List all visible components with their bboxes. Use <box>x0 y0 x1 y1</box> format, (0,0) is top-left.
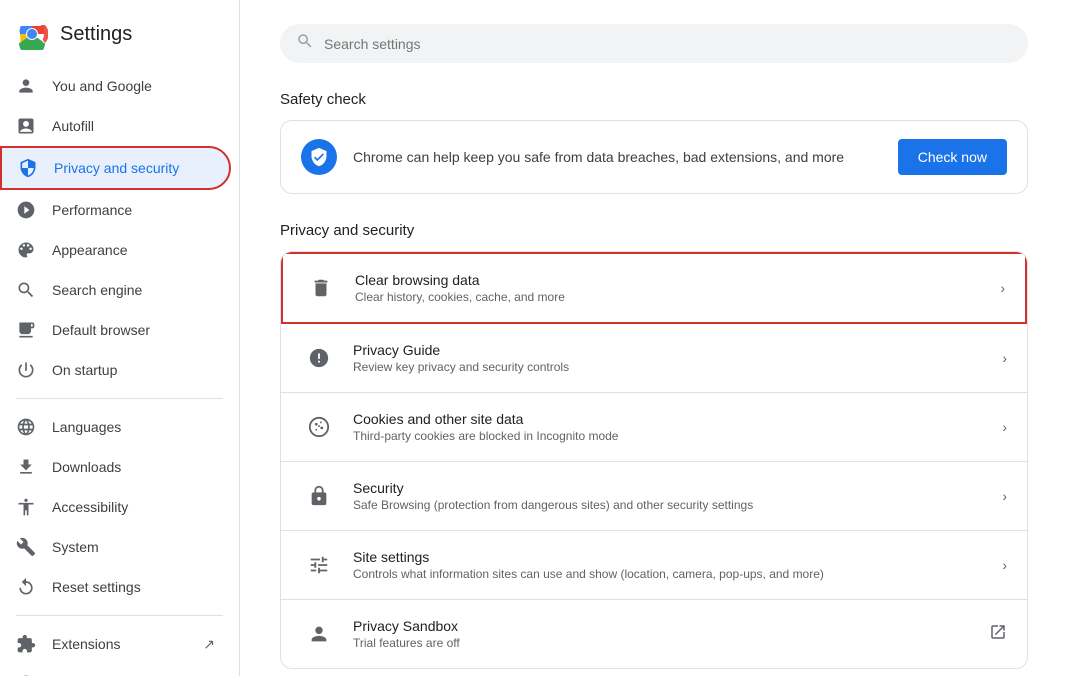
you-and-google-icon <box>16 76 36 96</box>
sidebar-item-you-and-google[interactable]: You and Google <box>0 66 231 106</box>
sidebar-label-performance: Performance <box>52 202 132 218</box>
default-browser-icon <box>16 320 36 340</box>
privacy-sandbox-icon <box>301 616 337 652</box>
clear-browsing-data-chevron: › <box>1000 280 1005 296</box>
check-now-button[interactable]: Check now <box>898 139 1007 175</box>
sidebar: Settings You and Google Autofill <box>0 0 240 676</box>
sidebar-label-privacy-security: Privacy and security <box>54 160 179 176</box>
privacy-list: Clear browsing data Clear history, cooki… <box>280 251 1028 669</box>
chrome-logo-icon <box>16 18 48 50</box>
privacy-section-title: Privacy and security <box>280 222 1028 239</box>
cookies-title: Cookies and other site data <box>353 411 986 427</box>
privacy-guide-title: Privacy Guide <box>353 342 986 358</box>
privacy-sandbox-title: Privacy Sandbox <box>353 618 973 634</box>
safety-check-card: Chrome can help keep you safe from data … <box>280 120 1028 194</box>
search-engine-icon <box>16 280 36 300</box>
cookies-subtitle: Third-party cookies are blocked in Incog… <box>353 429 986 443</box>
security-chevron: › <box>1002 488 1007 504</box>
appearance-icon <box>16 240 36 260</box>
sidebar-item-appearance[interactable]: Appearance <box>0 230 231 270</box>
privacy-sandbox-external-icon <box>989 623 1007 646</box>
privacy-guide-chevron: › <box>1002 350 1007 366</box>
sidebar-label-you-and-google: You and Google <box>52 78 152 94</box>
sidebar-item-autofill[interactable]: Autofill <box>0 106 231 146</box>
sidebar-label-autofill: Autofill <box>52 118 94 134</box>
clear-browsing-data-title: Clear browsing data <box>355 272 984 288</box>
extensions-external-icon: ↗ <box>203 636 215 653</box>
sidebar-item-languages[interactable]: Languages <box>0 407 231 447</box>
sidebar-item-default-browser[interactable]: Default browser <box>0 310 231 350</box>
settings-title: Settings <box>60 23 132 46</box>
search-input[interactable] <box>324 36 1012 52</box>
clear-browsing-data-icon <box>303 270 339 306</box>
sidebar-item-about-chrome[interactable]: About Chrome <box>0 664 231 676</box>
reset-settings-icon <box>16 577 36 597</box>
languages-icon <box>16 417 36 437</box>
sidebar-item-extensions[interactable]: Extensions ↗ <box>0 624 231 664</box>
sidebar-label-appearance: Appearance <box>52 242 128 258</box>
security-title: Security <box>353 480 986 496</box>
downloads-icon <box>16 457 36 477</box>
security-text: Security Safe Browsing (protection from … <box>353 480 986 512</box>
sidebar-label-accessibility: Accessibility <box>52 499 128 515</box>
site-settings-chevron: › <box>1002 557 1007 573</box>
clear-browsing-data-subtitle: Clear history, cookies, cache, and more <box>355 290 984 304</box>
privacy-item-clear-browsing-data[interactable]: Clear browsing data Clear history, cooki… <box>281 252 1027 324</box>
sidebar-item-on-startup[interactable]: On startup <box>0 350 231 390</box>
privacy-guide-subtitle: Review key privacy and security controls <box>353 360 986 374</box>
sidebar-header: Settings <box>0 8 239 66</box>
sidebar-label-languages: Languages <box>52 419 121 435</box>
privacy-sandbox-subtitle: Trial features are off <box>353 636 973 650</box>
accessibility-icon <box>16 497 36 517</box>
performance-icon <box>16 200 36 220</box>
sidebar-label-system: System <box>52 539 99 555</box>
sidebar-divider-2 <box>16 615 223 616</box>
site-settings-text: Site settings Controls what information … <box>353 549 986 581</box>
safety-check-title: Safety check <box>280 91 1028 108</box>
sidebar-item-downloads[interactable]: Downloads <box>0 447 231 487</box>
privacy-sandbox-text: Privacy Sandbox Trial features are off <box>353 618 973 650</box>
privacy-item-site-settings[interactable]: Site settings Controls what information … <box>281 531 1027 600</box>
privacy-item-security[interactable]: Security Safe Browsing (protection from … <box>281 462 1027 531</box>
security-icon <box>301 478 337 514</box>
sidebar-item-performance[interactable]: Performance <box>0 190 231 230</box>
site-settings-title: Site settings <box>353 549 986 565</box>
sidebar-item-system[interactable]: System <box>0 527 231 567</box>
security-subtitle: Safe Browsing (protection from dangerous… <box>353 498 986 512</box>
sidebar-label-reset-settings: Reset settings <box>52 579 141 595</box>
sidebar-item-accessibility[interactable]: Accessibility <box>0 487 231 527</box>
sidebar-label-default-browser: Default browser <box>52 322 150 338</box>
sidebar-divider-1 <box>16 398 223 399</box>
privacy-security-icon <box>18 158 38 178</box>
sidebar-item-privacy-and-security[interactable]: Privacy and security <box>0 146 231 190</box>
cookies-chevron: › <box>1002 419 1007 435</box>
privacy-item-privacy-sandbox[interactable]: Privacy Sandbox Trial features are off <box>281 600 1027 668</box>
sidebar-label-on-startup: On startup <box>52 362 117 378</box>
sidebar-item-search-engine[interactable]: Search engine <box>0 270 231 310</box>
safety-check-description: Chrome can help keep you safe from data … <box>353 149 882 165</box>
search-icon <box>296 32 314 55</box>
cookies-text: Cookies and other site data Third-party … <box>353 411 986 443</box>
privacy-item-cookies[interactable]: Cookies and other site data Third-party … <box>281 393 1027 462</box>
on-startup-icon <box>16 360 36 380</box>
privacy-item-privacy-guide[interactable]: Privacy Guide Review key privacy and sec… <box>281 324 1027 393</box>
safety-shield-icon <box>301 139 337 175</box>
sidebar-navigation: You and Google Autofill Privacy and secu… <box>0 66 239 676</box>
site-settings-icon <box>301 547 337 583</box>
extensions-icon <box>16 634 36 654</box>
clear-browsing-data-text: Clear browsing data Clear history, cooki… <box>355 272 984 304</box>
search-bar[interactable] <box>280 24 1028 63</box>
site-settings-subtitle: Controls what information sites can use … <box>353 567 986 581</box>
autofill-icon <box>16 116 36 136</box>
sidebar-label-extensions: Extensions <box>52 636 120 652</box>
main-content: Safety check Chrome can help keep you sa… <box>240 0 1068 676</box>
sidebar-item-reset-settings[interactable]: Reset settings <box>0 567 231 607</box>
privacy-guide-text: Privacy Guide Review key privacy and sec… <box>353 342 986 374</box>
sidebar-label-search-engine: Search engine <box>52 282 142 298</box>
system-icon <box>16 537 36 557</box>
cookies-icon <box>301 409 337 445</box>
privacy-guide-icon <box>301 340 337 376</box>
sidebar-label-downloads: Downloads <box>52 459 121 475</box>
